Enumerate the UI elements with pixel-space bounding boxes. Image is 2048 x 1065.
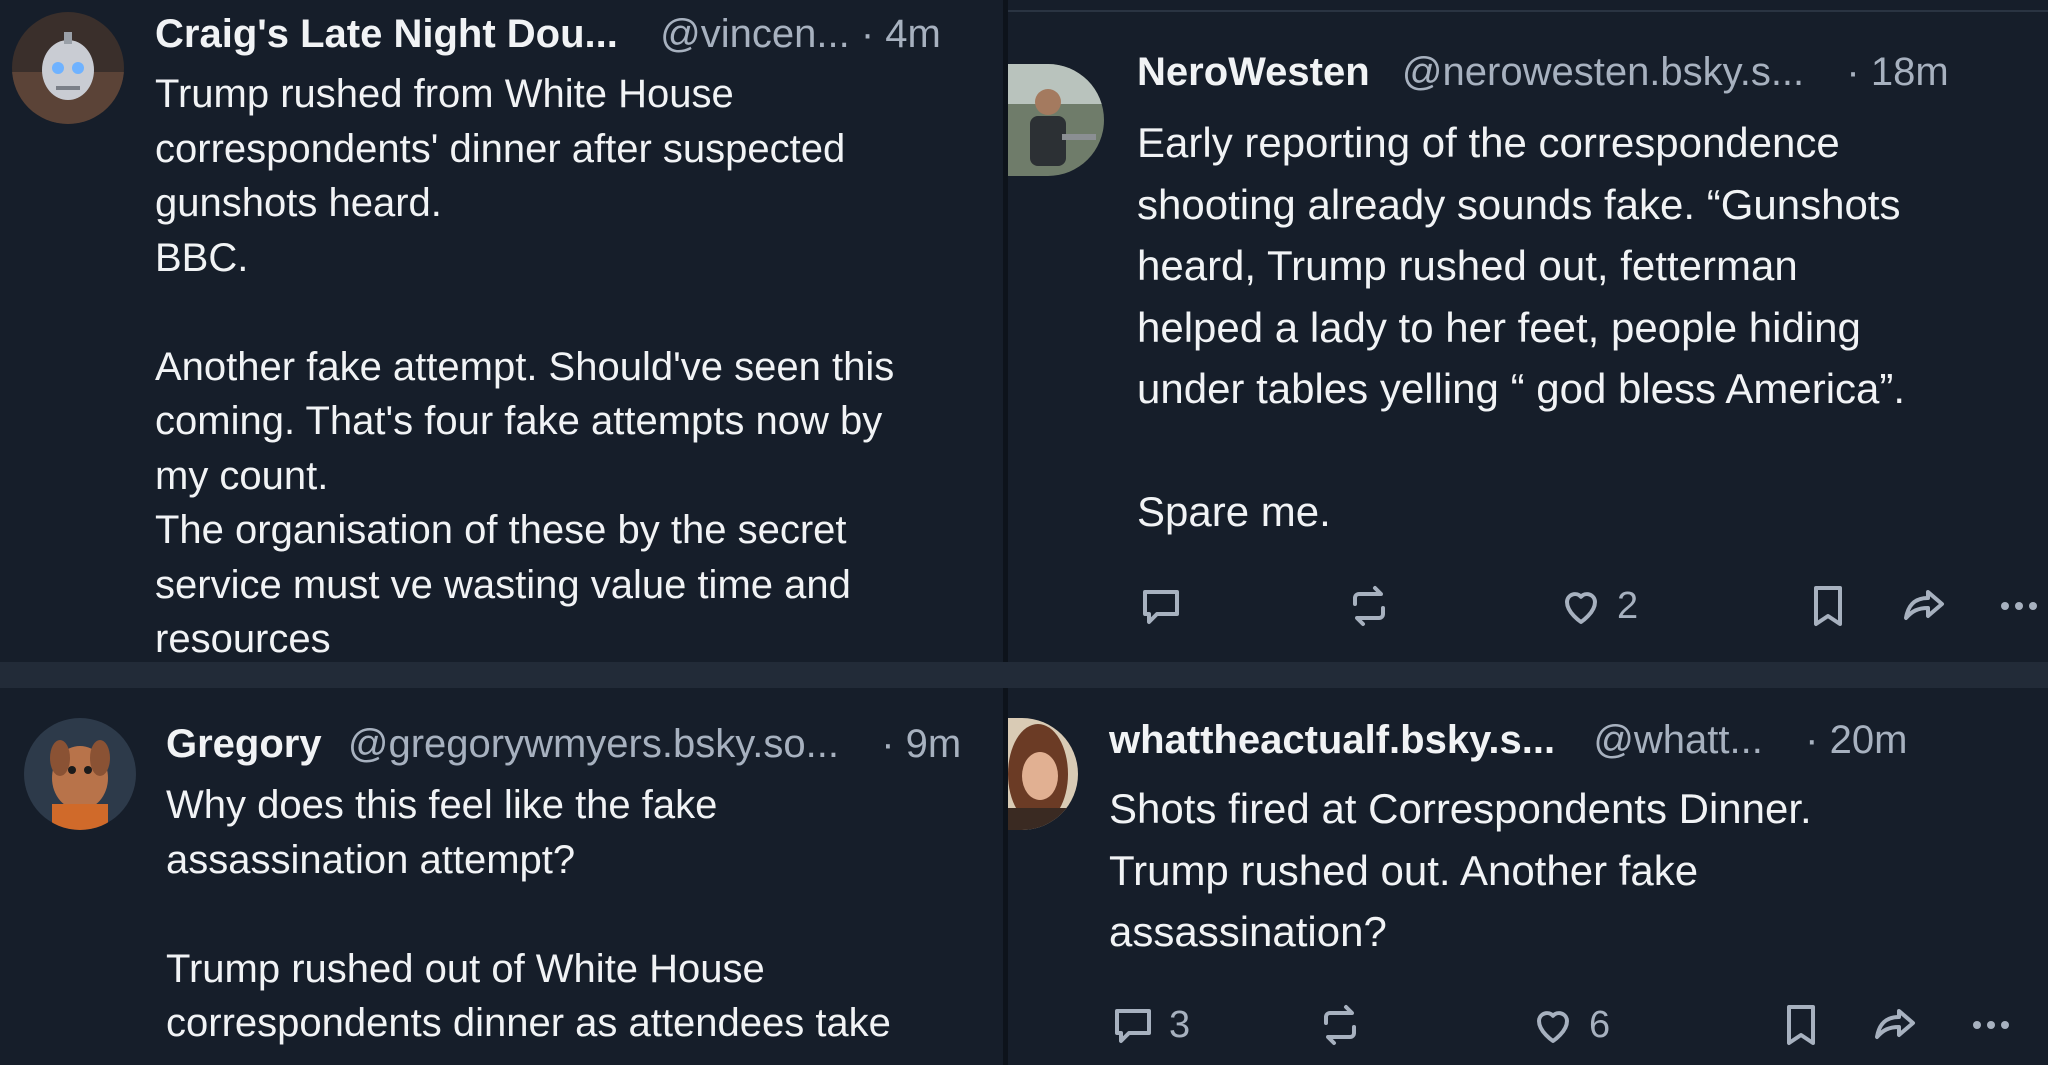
woman-photo-avatar-icon[interactable] (1008, 718, 1078, 830)
author-handle[interactable]: @whatt... (1593, 718, 1763, 762)
author-name[interactable]: NeroWesten (1137, 50, 1370, 94)
post-time[interactable]: 4m (885, 12, 941, 56)
author-name[interactable]: Craig's Late Night Dou... (155, 12, 618, 56)
reply-icon (1115, 1009, 1151, 1043)
post-text: Shots fired at Correspondents Dinner. Tr… (1109, 785, 1812, 955)
top-divider (1008, 10, 2048, 12)
like-button[interactable]: 6 (1529, 995, 1610, 1055)
repost-icon (1353, 586, 1385, 626)
robot-avatar-icon[interactable] (12, 12, 124, 124)
post-text: Why does this feel like the fake assassi… (166, 783, 891, 1045)
bookmark-icon (1787, 1005, 1815, 1045)
repost-icon (1324, 1005, 1356, 1045)
post-text: Trump rushed from White House correspond… (155, 72, 895, 661)
more-icon (1973, 1021, 2009, 1029)
post-time[interactable]: 20m (1830, 718, 1908, 762)
post-card-1[interactable]: Craig's Late Night Dou... @vincen... · 4… (0, 0, 1003, 662)
separator-dot: · (1846, 50, 1860, 94)
author-handle[interactable]: @nerowesten.bsky.s... (1402, 50, 1804, 94)
author-name[interactable]: whattheactualf.bsky.s... (1109, 718, 1555, 762)
more-icon (2001, 602, 2037, 610)
post-header: NeroWesten @nerowesten.bsky.s... · 18m (1137, 48, 1949, 96)
like-button[interactable]: 2 (1557, 576, 1638, 636)
separator-dot: · (1805, 718, 1819, 762)
post-actions: 3 6 (1109, 995, 2019, 1055)
separator-dot: · (881, 722, 895, 766)
author-name[interactable]: Gregory (166, 722, 322, 766)
post-card-4[interactable]: whattheactualf.bsky.s... @whatt... · 20m… (1008, 688, 2048, 1065)
repost-button[interactable] (1345, 576, 1405, 636)
more-button[interactable] (1995, 576, 2043, 636)
post-time[interactable]: 9m (906, 722, 962, 766)
post-header: Craig's Late Night Dou... @vincen... · 4… (155, 10, 941, 58)
more-button[interactable] (1967, 995, 2015, 1055)
post-card-2[interactable]: NeroWesten @nerowesten.bsky.s... · 18m E… (1008, 0, 2048, 662)
post-actions: 2 (1137, 576, 2042, 636)
heart-icon (1565, 592, 1597, 624)
like-count: 6 (1589, 1003, 1611, 1046)
separator-dot: · (860, 12, 875, 56)
reply-count: 3 (1169, 1003, 1191, 1046)
post-header: Gregory @gregorywmyers.bsky.so... · 9m (166, 720, 961, 768)
author-handle[interactable]: @vincen... (660, 12, 850, 56)
post-header: whattheactualf.bsky.s... @whatt... · 20m (1109, 716, 1907, 764)
reply-icon (1143, 590, 1179, 624)
reply-button[interactable] (1137, 576, 1197, 636)
bookmark-button[interactable] (1777, 995, 1825, 1055)
share-button[interactable] (1900, 576, 1948, 636)
bookmark-icon (1814, 586, 1842, 626)
bookmark-button[interactable] (1804, 576, 1852, 636)
author-handle[interactable]: @gregorywmyers.bsky.so... (348, 722, 839, 766)
row-divider (0, 662, 2048, 688)
share-icon (1875, 1009, 1915, 1039)
dog-avatar-icon[interactable] (24, 718, 136, 830)
like-count: 2 (1617, 584, 1639, 627)
repost-button[interactable] (1316, 995, 1376, 1055)
reply-button[interactable]: 3 (1109, 995, 1190, 1055)
post-card-3[interactable]: Gregory @gregorywmyers.bsky.so... · 9m W… (0, 688, 1003, 1065)
share-icon (1904, 590, 1944, 620)
heart-icon (1537, 1011, 1569, 1043)
share-button[interactable] (1871, 995, 1919, 1055)
person-photo-avatar-icon[interactable] (1008, 64, 1104, 176)
post-text: Early reporting of the correspondence sh… (1137, 119, 1906, 535)
post-time[interactable]: 18m (1871, 50, 1949, 94)
